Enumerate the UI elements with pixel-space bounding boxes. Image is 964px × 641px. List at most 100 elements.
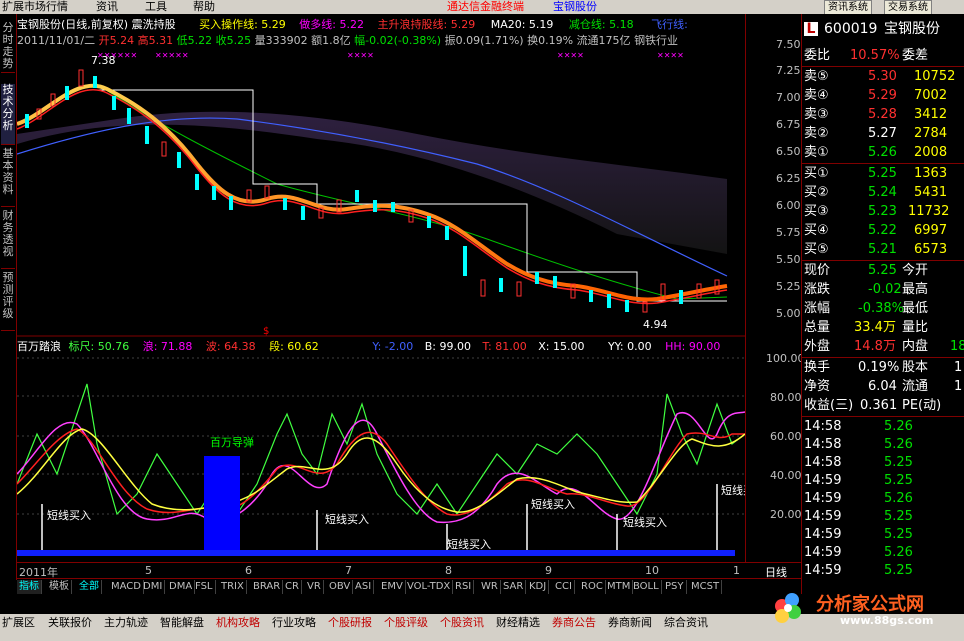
indicator-name: 震洗持股 xyxy=(131,18,176,31)
tab-template[interactable]: 模板 xyxy=(47,580,72,594)
buy-row[interactable]: 买① 5.25 1363 xyxy=(804,164,964,183)
tick-time: 14:58 xyxy=(804,419,842,434)
stat-row: 收益(三) 0.361 PE(动) xyxy=(804,396,964,415)
tab-mcst[interactable]: MCST xyxy=(689,580,723,594)
month-label: 10 xyxy=(645,564,659,577)
tab-emv[interactable]: EMV xyxy=(379,580,406,594)
tab-psy[interactable]: PSY xyxy=(663,580,687,594)
stat-value: 1 xyxy=(954,379,963,394)
sub-chart-header: 百万踏浪 标尺: 50.76 浪: 71.88 波: 64.38 段: 60.6… xyxy=(17,340,720,353)
reduce-line-label: 减仓线: 5.18 xyxy=(568,18,634,31)
stat-row: 净资 6.04 流通 1 xyxy=(804,377,964,396)
tab-main-force[interactable]: 主力轨迹 xyxy=(104,615,148,631)
industry-label: 钢铁行业 xyxy=(634,34,679,47)
tab-brar[interactable]: BRAR xyxy=(251,580,284,594)
tab-kdj[interactable]: KDJ xyxy=(527,580,550,594)
stat-label: 股本 xyxy=(902,360,929,375)
sell-row[interactable]: 卖① 5.26 2008 xyxy=(804,143,964,162)
tab-vol-tdx[interactable]: VOL-TDX xyxy=(405,580,454,594)
tab-trix[interactable]: TRIX xyxy=(219,580,247,594)
tab-boll[interactable]: BOLL xyxy=(631,580,662,594)
sell-label: 卖③ xyxy=(804,107,829,122)
tick-price: 5.25 xyxy=(884,527,913,542)
buy-row[interactable]: 买⑤ 5.21 6573 xyxy=(804,240,964,259)
month-label: 5 xyxy=(145,564,152,577)
trough-price-label: 4.94 xyxy=(643,318,668,331)
tab-intraday[interactable]: 分时走势 xyxy=(1,22,15,73)
tab-vr[interactable]: VR xyxy=(305,580,324,594)
price-tick: 6.75 xyxy=(776,118,801,131)
tab-roc[interactable]: ROC xyxy=(579,580,606,594)
open-label: 开5.24 xyxy=(98,34,135,47)
status-bar xyxy=(0,632,964,641)
tab-cr[interactable]: CR xyxy=(283,580,302,594)
tab-all[interactable]: 全部 xyxy=(77,580,102,594)
sell-row[interactable]: 卖② 5.27 2784 xyxy=(804,124,964,143)
menu-item-market[interactable]: 扩展市场行情 xyxy=(2,0,68,14)
osc-magenta-line xyxy=(16,411,746,524)
tab-stock-report[interactable]: 个股研报 xyxy=(328,615,372,631)
tab-mtm[interactable]: MTM xyxy=(605,580,634,594)
tab-obv[interactable]: OBV xyxy=(327,580,354,594)
short-buy-label: 短线买入 xyxy=(447,537,491,551)
tab-broker-notice[interactable]: 券商公告 xyxy=(552,615,596,631)
date-label: 2011/11/01/二 xyxy=(17,34,96,47)
float-label: 流通175亿 xyxy=(576,34,631,47)
tab-financial[interactable]: 财务透视 xyxy=(1,210,15,269)
tab-industry[interactable]: 行业攻略 xyxy=(272,615,316,631)
stat-label: 现价 xyxy=(804,263,831,278)
sell-volume: 7002 xyxy=(914,88,948,103)
tab-forecast[interactable]: 预测评级 xyxy=(1,272,15,331)
trade-system-button[interactable]: 交易系统 xyxy=(884,0,932,15)
tab-macd[interactable]: MACD xyxy=(109,580,144,594)
menu-item-tools[interactable]: 工具 xyxy=(145,0,167,14)
stat-row: 涨跌 -0.02 最高 xyxy=(804,280,964,299)
tab-stock-rating[interactable]: 个股评级 xyxy=(384,615,428,631)
tab-broker-news[interactable]: 券商新闻 xyxy=(608,615,652,631)
info-system-button[interactable]: 资讯系统 xyxy=(824,0,872,15)
stat-label: 最低 xyxy=(902,301,929,316)
buy-row[interactable]: 买③ 5.23 11732 xyxy=(804,202,964,221)
chart-header-line2: 2011/11/01/二 开5.24 高5.31 低5.22 收5.25 量33… xyxy=(17,34,678,47)
tab-dma[interactable]: DMA xyxy=(167,580,196,594)
menu-item-help[interactable]: 帮助 xyxy=(193,0,215,14)
tab-wr[interactable]: WR xyxy=(479,580,501,594)
buy-label: 买⑤ xyxy=(804,242,829,257)
sell-row[interactable]: 卖⑤ 5.30 10752 xyxy=(804,67,964,86)
tab-technical[interactable]: 技术分析 xyxy=(1,84,15,145)
dollar-marker: $ xyxy=(263,326,269,337)
month-label: 7 xyxy=(345,564,352,577)
guide-missile-label: 百万导弹 xyxy=(210,435,254,449)
price-cloud xyxy=(17,111,727,255)
tab-basic-info[interactable]: 基本资料 xyxy=(1,148,15,207)
y-param: Y: -2.00 xyxy=(372,340,414,353)
tab-smart-analysis[interactable]: 智能解盘 xyxy=(160,615,204,631)
tick-time: 14:59 xyxy=(804,491,842,506)
stat-label: 涨跌 xyxy=(804,282,831,297)
tab-dmi[interactable]: DMI xyxy=(141,580,166,594)
buy-row[interactable]: 买② 5.24 5431 xyxy=(804,183,964,202)
sell-row[interactable]: 卖③ 5.28 3412 xyxy=(804,105,964,124)
sell-label: 卖① xyxy=(804,145,829,160)
tick-price: 5.26 xyxy=(884,491,913,506)
buy-row[interactable]: 买④ 5.22 6997 xyxy=(804,221,964,240)
t-param: T: 81.00 xyxy=(482,340,527,353)
tab-extension[interactable]: 扩展区 xyxy=(2,615,35,631)
tab-related-quote[interactable]: 关联报价 xyxy=(48,615,92,631)
kline-chart-area[interactable]: ✕✕✕✕✕✕ ✕✕✕✕✕ ✕✕✕✕ ✕✕✕✕ ✕✕✕✕ 7.38 4.94 $ 百万导… xyxy=(16,14,765,562)
tab-rsi[interactable]: RSI xyxy=(453,580,475,594)
sell-label: 卖④ xyxy=(804,88,829,103)
tab-institution[interactable]: 机构攻略 xyxy=(216,615,260,631)
tab-sar[interactable]: SAR xyxy=(501,580,527,594)
tab-finance-picks[interactable]: 财经精选 xyxy=(496,615,540,631)
sell-row[interactable]: 卖④ 5.29 7002 xyxy=(804,86,964,105)
chart-canvas[interactable]: ✕✕✕✕✕✕ ✕✕✕✕✕ ✕✕✕✕ ✕✕✕✕ ✕✕✕✕ 7.38 4.94 $ 百万导… xyxy=(16,14,765,562)
menu-item-info[interactable]: 资讯 xyxy=(96,0,118,14)
tab-cci[interactable]: CCI xyxy=(553,580,575,594)
tab-asi[interactable]: ASI xyxy=(353,580,375,594)
tab-indicator[interactable]: 指标 xyxy=(17,580,42,594)
price-tick: 6.00 xyxy=(776,199,801,212)
tab-stock-news[interactable]: 个股资讯 xyxy=(440,615,484,631)
tab-general-news[interactable]: 综合资讯 xyxy=(664,615,708,631)
tab-fsl[interactable]: FSL xyxy=(193,580,216,594)
